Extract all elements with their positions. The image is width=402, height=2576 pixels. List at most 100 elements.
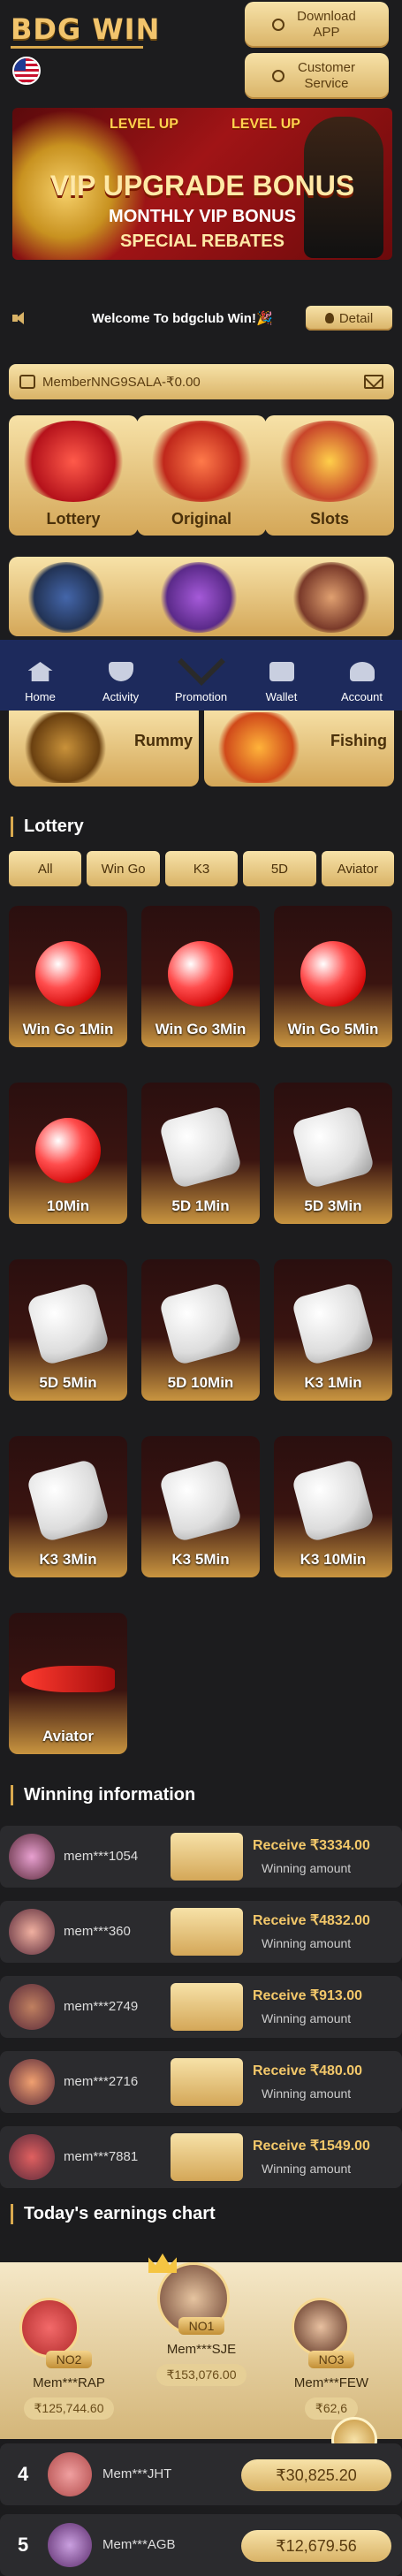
category-label: Rummy: [134, 732, 193, 749]
game-card[interactable]: 10Min: [9, 1083, 127, 1224]
podium-name: Mem***FEW: [293, 2375, 369, 2390]
podium-3: NO3 Mem***FEW ₹62,6: [269, 2351, 393, 2420]
winner-name: mem***7881: [64, 2149, 139, 2164]
dice-art: [26, 1458, 110, 1543]
category-sports-casino[interactable]: [9, 557, 394, 636]
game-card[interactable]: 5D 3Min: [274, 1083, 392, 1224]
nav-label: Account: [341, 690, 383, 703]
detail-button[interactable]: Detail: [306, 306, 392, 331]
game-card[interactable]: K3 1Min: [274, 1259, 392, 1401]
tab-all[interactable]: All: [9, 851, 82, 886]
winning-row: mem***2716 Receive ₹480.00 Winning amount: [0, 2051, 402, 2113]
avatar: [9, 2134, 55, 2180]
category-slots[interactable]: Slots: [265, 415, 394, 536]
dice-art: [26, 1281, 110, 1366]
nav-account[interactable]: Account: [322, 640, 402, 710]
game-card[interactable]: 5D 10Min: [141, 1259, 260, 1401]
rummy-art: [21, 712, 110, 783]
winning-section-title: Winning information: [11, 1785, 195, 1805]
game-label: 5D 5Min: [39, 1374, 97, 1391]
receive-amount: Receive ₹480.00: [253, 2063, 363, 2078]
account-icon: [349, 662, 375, 681]
avatar: [9, 1909, 55, 1955]
rank-row: 5 Mem***AGB ₹12,679.56: [0, 2514, 402, 2576]
game-label: Win Go 1Min: [22, 1021, 114, 1037]
winning-amount-label: Winning amount: [262, 2086, 352, 2101]
game-label: K3 5Min: [171, 1551, 230, 1568]
game-label: Aviator: [42, 1728, 94, 1744]
game-card[interactable]: Win Go 1Min: [9, 906, 127, 1047]
customer-service-label: Customer Service: [297, 60, 356, 91]
earnings-section-title: Today's earnings chart: [11, 2204, 216, 2224]
fishing-art: [215, 712, 303, 783]
avatar: [48, 2452, 92, 2496]
game-label: K3 10Min: [300, 1551, 367, 1568]
category-original[interactable]: Original: [137, 415, 266, 536]
winning-amount-label: Winning amount: [262, 2162, 352, 2176]
rank-name: Mem***AGB: [102, 2537, 176, 2552]
nav-label: Wallet: [265, 690, 298, 703]
game-label: 5D 1Min: [171, 1197, 230, 1214]
user-icon: [19, 375, 35, 389]
lottery-tabs: All Win Go K3 5D Aviator: [9, 851, 395, 886]
nav-activity[interactable]: Activity: [80, 640, 161, 710]
tab-aviator[interactable]: Aviator: [321, 851, 395, 886]
game-card[interactable]: K3 5Min: [141, 1436, 260, 1577]
plane-art: [21, 1666, 115, 1692]
promo-banner[interactable]: LEVEL UP LEVEL UP VIP UPGRADE BONUS MONT…: [12, 108, 392, 260]
rank-badge: NO1: [178, 2317, 225, 2335]
rank-name: Mem***JHT: [102, 2466, 172, 2481]
game-card[interactable]: Win Go 5Min: [274, 906, 392, 1047]
rank-row: 4 Mem***JHT ₹30,825.20: [0, 2443, 402, 2505]
dice-art: [291, 1458, 375, 1543]
game-card[interactable]: 5D 1Min: [141, 1083, 260, 1224]
category-fishing[interactable]: Fishing: [204, 707, 394, 786]
dice-art: [291, 1105, 375, 1189]
category-rummy[interactable]: Rummy: [9, 707, 199, 786]
notice-bar: Welcome To bdgclub Win!🎉 Detail: [12, 300, 392, 336]
podium-name: Mem***SJE: [166, 2342, 237, 2357]
category-label: Slots: [309, 510, 349, 528]
lottery-ball-art: [35, 1118, 101, 1183]
plane-art: [146, 421, 257, 502]
game-label: Win Go 3Min: [155, 1021, 247, 1037]
winning-row: mem***7881 Receive ₹1549.00 Winning amount: [0, 2126, 402, 2188]
game-thumbnail: [171, 1908, 243, 1956]
winner-name: mem***1054: [64, 1849, 139, 1864]
nav-wallet[interactable]: Wallet: [241, 640, 322, 710]
level-up-left: LEVEL UP: [110, 117, 178, 132]
rank-number: 4: [18, 2463, 29, 2485]
game-label: Win Go 5Min: [287, 1021, 379, 1037]
tab-k3[interactable]: K3: [164, 851, 239, 886]
banner-line3: SPECIAL REBATES: [120, 232, 284, 251]
game-card[interactable]: Win Go 3Min: [141, 906, 260, 1047]
receive-amount: Receive ₹913.00: [253, 1988, 363, 2003]
game-card[interactable]: 5D 5Min: [9, 1259, 127, 1401]
home-page: BDG WIN Download APP Customer Service LE…: [0, 0, 402, 2576]
member-balance-text: MemberNNG9SALA-₹0.00: [42, 375, 201, 390]
tab-win-go[interactable]: Win Go: [87, 851, 160, 886]
podium-1: NO1 Mem***SJE ₹153,076.00: [140, 2317, 263, 2386]
game-card[interactable]: K3 10Min: [274, 1436, 392, 1577]
rank-badge: NO2: [45, 2351, 93, 2368]
nav-home[interactable]: Home: [0, 640, 80, 710]
mail-icon[interactable]: [364, 375, 383, 389]
tab-5d[interactable]: 5D: [243, 851, 316, 886]
speaker-icon: [12, 312, 28, 324]
sports-art: [27, 562, 106, 633]
winner-name: mem***2749: [64, 1999, 139, 2014]
podium-name: Mem***RAP: [33, 2375, 105, 2390]
nav-label: Home: [25, 690, 56, 703]
customer-service-button[interactable]: Customer Service: [245, 53, 389, 99]
game-card[interactable]: Aviator: [9, 1613, 127, 1754]
us-flag-icon[interactable]: [12, 57, 41, 85]
category-label: Original: [171, 510, 231, 528]
nav-label: Activity: [102, 690, 140, 703]
member-balance-bar[interactable]: MemberNNG9SALA-₹0.00: [9, 364, 394, 399]
download-app-button[interactable]: Download APP: [245, 2, 389, 48]
nav-label: Promotion: [174, 690, 228, 703]
game-thumbnail: [171, 2133, 243, 2181]
category-lottery[interactable]: Lottery: [9, 415, 138, 536]
game-card[interactable]: K3 3Min: [9, 1436, 127, 1577]
rank-badge: NO3: [307, 2351, 355, 2368]
